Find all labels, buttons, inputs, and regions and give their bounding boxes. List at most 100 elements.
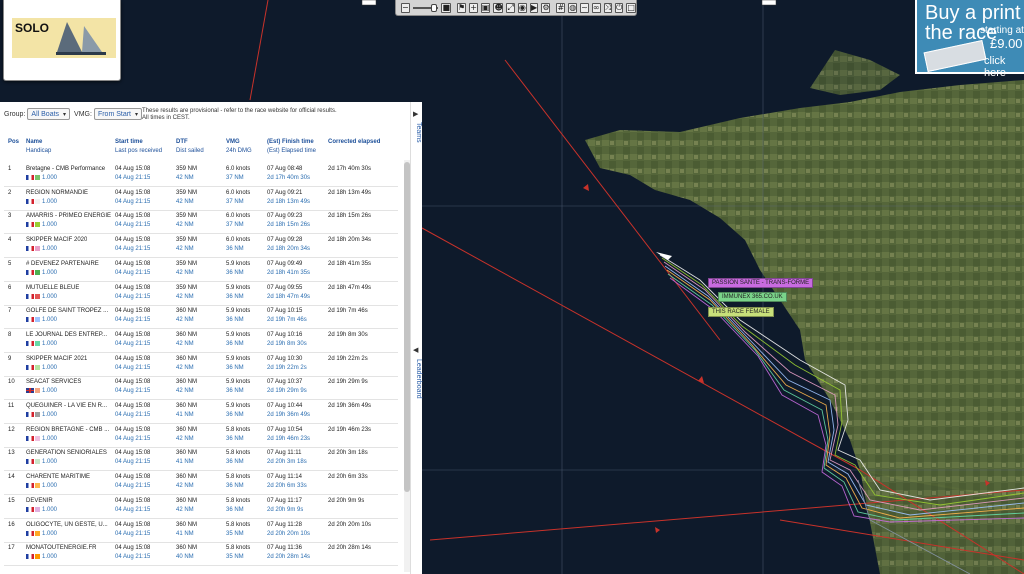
row-dist-sailed: 42 NM: [176, 435, 194, 442]
row-corrected: 2d 20h 28m 14s: [328, 545, 372, 552]
camera-icon[interactable]: ◉: [517, 2, 527, 13]
shuffle-icon[interactable]: ⤨: [603, 2, 612, 13]
table-row[interactable]: 1 Bretagne - CMB Performance 1.000 04 Aug 1…: [4, 163, 398, 187]
row-handicap: 1.000: [42, 459, 58, 466]
table-row[interactable]: 3 AMARRIS - PRIMEO ENERGIE 1.000 04 Aug 15:…: [4, 210, 398, 235]
row-dmg: 36 NM: [226, 364, 244, 371]
table-row[interactable]: 2 REGION NORMANDIE 1.000 04 Aug 15:08 04 Aug…: [4, 187, 398, 211]
table-row[interactable]: 16 OLIGOCYTE, UN GESTE, U... 1.000 04 Aug 1…: [4, 519, 398, 543]
table-row[interactable]: 5 # DEVENEZ PARTENAIRE 1.000 04 Aug 15:08 04…: [4, 258, 398, 282]
row-start-time: 04 Aug 15:08: [115, 260, 151, 267]
row-handicap: 1.000: [42, 293, 58, 300]
row-finish-time: 07 Aug 09:23: [267, 213, 303, 220]
power-icon[interactable]: ⏻: [614, 2, 624, 13]
globe-icon[interactable]: ◍: [568, 2, 578, 13]
teams-expand-arrow-icon[interactable]: ▶: [413, 110, 418, 118]
ad-click-here-link[interactable]: click here: [984, 55, 1024, 79]
fullscreen-icon[interactable]: ⤢: [506, 2, 515, 13]
row-handicap: 1.000: [42, 530, 58, 537]
row-finish-time: 07 Aug 10:37: [267, 379, 303, 386]
table-row[interactable]: 9 SKIPPER MACIF 2021 1.000 04 Aug 15:08 04 A…: [4, 353, 398, 377]
boat-label-this-race-female[interactable]: THIS RACE FEMALE: [708, 307, 774, 317]
race-logo-box[interactable]: SOLO: [3, 0, 121, 81]
table-row[interactable]: 14 CHARENTE MARITIME 1.000 04 Aug 15:08 04 A…: [4, 471, 398, 496]
grid-icon[interactable]: #: [556, 2, 566, 13]
row-corrected: 2d 20h 3m 18s: [328, 450, 368, 457]
row-dtf: 359 NM: [176, 189, 198, 196]
row-finish-time: 07 Aug 11:28: [267, 521, 302, 528]
table-row[interactable]: 11 QUEGUINER - LA VIE EN R... 1.000 04 Aug …: [4, 400, 398, 424]
layers-icon[interactable]: ▣: [480, 2, 491, 13]
france-flag-icon: [26, 317, 34, 323]
flag-icon[interactable]: ⚑: [457, 2, 467, 13]
wind-icon[interactable]: ~: [580, 2, 589, 13]
row-start-time: 04 Aug 15:08: [115, 403, 151, 409]
row-last-pos: 04 Aug 21:15: [115, 246, 151, 253]
row-handicap: 1.000: [42, 198, 58, 205]
row-name: CHARENTE MARITIME: [26, 474, 91, 481]
play-icon[interactable]: ▶: [529, 2, 539, 13]
row-corrected: 2d 18h 41m 35s: [328, 260, 372, 267]
table-row[interactable]: 4 SKIPPER MACIF 2020 1.000 04 Aug 15:08 04 A…: [4, 234, 398, 259]
col-corrected[interactable]: Corrected elapsed: [328, 138, 380, 147]
col-dtf[interactable]: DTF Dist sailed: [176, 138, 204, 156]
table-row[interactable]: 12 REGION BRETAGNE - CMB ... 1.000 04 Aug 1…: [4, 424, 398, 448]
row-pos: 15: [8, 497, 15, 504]
row-finish-time: 07 Aug 10:44: [267, 403, 303, 409]
table-row[interactable]: 7 GOLFE DE SAINT TROPEZ ... 1.000 04 Aug 15…: [4, 305, 398, 330]
france-flag-icon: [26, 222, 34, 228]
row-finish-time: 07 Aug 10:30: [267, 355, 303, 362]
france-flag-icon: [26, 269, 34, 275]
row-pos: 16: [8, 521, 15, 528]
tab-leaderboard[interactable]: Leaderboard: [412, 359, 422, 399]
row-pos: 17: [8, 545, 15, 552]
col-finish[interactable]: (Est) Finish time (Est) Elapsed time: [267, 138, 316, 156]
boat-label-passion-sante[interactable]: PASSION SANTE - TRANS-FORME: [708, 278, 814, 288]
group-select[interactable]: All Boats ▾: [27, 108, 71, 120]
table-row[interactable]: 10 SEACAT SERVICES 1.000 04 Aug 15:08 04 Aug…: [4, 376, 398, 401]
group-icon[interactable]: ☻: [493, 2, 504, 13]
boat-color-swatch: [35, 175, 40, 180]
zoom-slider-knob[interactable]: [430, 3, 437, 12]
row-handicap: 1.000: [42, 483, 58, 490]
ad-line-3: starting at: [980, 25, 1024, 36]
row-finish-time: 07 Aug 11:17: [267, 497, 302, 504]
leaderboard-panel: Group: All Boats ▾ VMG: From Start ▾ These…: [0, 102, 422, 574]
france-flag-icon: [26, 175, 34, 180]
plus-icon[interactable]: +: [469, 2, 478, 13]
zoom-slider[interactable]: [412, 3, 439, 13]
col-name[interactable]: Name Handicap: [26, 138, 51, 156]
row-corrected: 2d 19h 36m 49s: [328, 403, 372, 409]
tab-teams[interactable]: Teams: [412, 122, 422, 143]
row-elapsed: 2d 18h 47m 49s: [267, 293, 311, 300]
settings-icon[interactable]: ⚙: [541, 2, 551, 13]
table-row[interactable]: 13 GENERATION SENIORIALES 1.000 04 Aug 15:0…: [4, 447, 398, 472]
row-pos: 2: [8, 189, 12, 196]
table-row[interactable]: 15 DEVENIR 1.000 04 Aug 15:08 04 Aug 21:15 36…: [4, 495, 398, 519]
row-last-pos: 04 Aug 21:15: [115, 506, 151, 513]
vmg-select[interactable]: From Start ▾: [93, 108, 143, 120]
table-row[interactable]: 17 MONATOUTENERGIE.FR 1.000 04 Aug 15:08 04 …: [4, 542, 398, 567]
zoom-in-icon[interactable]: ■: [441, 2, 452, 13]
boat-label-immunex[interactable]: IMMUNEX 365.CO.UK: [718, 292, 787, 302]
table-row[interactable]: 6 MUTUELLE BLEUE 1.000 04 Aug 15:08 04 Aug 2…: [4, 282, 398, 306]
square-icon[interactable]: □: [626, 2, 636, 13]
col-pos[interactable]: Pos: [8, 138, 19, 147]
zoom-out-icon[interactable]: −: [401, 2, 410, 13]
leaderboard-collapse-arrow-icon[interactable]: ◀: [413, 346, 418, 354]
row-elapsed: 2d 19h 46m 23s: [267, 435, 311, 442]
france-flag-icon: [26, 364, 34, 370]
row-dtf: 360 NM: [176, 331, 198, 338]
row-vmg: 5.8 knots: [226, 450, 251, 457]
row-dtf: 360 NM: [176, 379, 198, 386]
table-row[interactable]: 8 LE JOURNAL DES ENTREP... 1.000 04 Aug 15:…: [4, 329, 398, 353]
row-dtf: 359 NM: [176, 237, 198, 244]
row-vmg: 5.8 knots: [226, 497, 251, 504]
link-icon[interactable]: ∞: [591, 2, 601, 13]
boat-color-swatch: [35, 293, 40, 299]
col-vmg[interactable]: VMG 24h DMG: [226, 138, 252, 156]
buy-print-banner[interactable]: Buy a print of the race starting at £9.0…: [915, 0, 1024, 79]
col-start[interactable]: Start time Last pos received: [115, 138, 162, 156]
logo-sail-icon: [56, 22, 106, 55]
row-name: SKIPPER MACIF 2021: [26, 355, 88, 362]
